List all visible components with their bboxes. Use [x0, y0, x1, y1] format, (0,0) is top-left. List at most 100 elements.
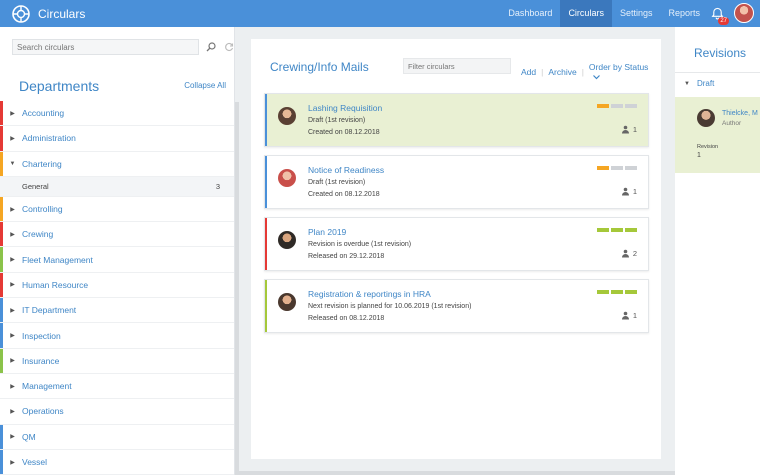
- department-color-bar: [0, 399, 3, 424]
- sidebar-item-fleet-management[interactable]: ▶ Fleet Management: [0, 247, 234, 273]
- progress-segment: [625, 228, 637, 232]
- people-icon: [621, 311, 629, 320]
- divider: [675, 72, 760, 73]
- sidebar-item-operations[interactable]: ▶ Operations: [0, 399, 234, 425]
- sidebar-item-label: Chartering: [22, 158, 62, 169]
- order-by-label: Order by Status: [588, 62, 649, 72]
- circular-card[interactable]: Registration & reportings in HRA Next rev…: [264, 279, 649, 333]
- collapse-all-link[interactable]: Collapse All: [184, 81, 226, 90]
- progress-segment: [611, 166, 623, 170]
- nav-settings[interactable]: Settings: [612, 0, 661, 27]
- department-color-bar: [0, 373, 3, 399]
- creator-avatar: [278, 293, 296, 311]
- circular-card[interactable]: Lashing Requisition Draft (1st revision) C…: [264, 93, 649, 147]
- progress-indicator: [595, 290, 637, 294]
- department-color-bar: [0, 126, 3, 151]
- sidebar-item-controlling[interactable]: ▶ Controlling: [0, 196, 234, 223]
- caret-right-icon: ▶: [10, 231, 15, 238]
- draft-group-toggle[interactable]: ▼ Draft: [684, 79, 714, 88]
- sidebar-item-it-department[interactable]: ▶ IT Department: [0, 298, 234, 324]
- caret-right-icon: ▶: [10, 282, 15, 289]
- caret-right-icon: ▶: [10, 383, 15, 390]
- revision-card[interactable]: Thielcke, M Author Revision 1: [675, 97, 760, 173]
- separator: |: [581, 67, 584, 77]
- panel-title: Crewing/Info Mails: [270, 60, 369, 74]
- nav-circulars[interactable]: Circulars: [560, 0, 612, 27]
- department-list: ▶ Accounting ▶ Administration ▼ Chartering Gen…: [0, 101, 234, 475]
- caret-down-icon: ▼: [684, 80, 690, 87]
- sidebar-item-crewing[interactable]: ▶ Crewing: [0, 222, 234, 248]
- sidebar-subitem-label: General: [22, 181, 49, 191]
- recipients-count-value: 1: [632, 125, 637, 134]
- circular-card[interactable]: Plan 2019 Revision is overdue (1st revisi…: [264, 217, 649, 271]
- sidebar-item-label: Vessel: [22, 457, 48, 467]
- sidebar-scrollbar[interactable]: [235, 102, 239, 475]
- circular-title[interactable]: Plan 2019: [308, 227, 346, 237]
- revisions-panel: Revisions ▼ Draft Thielcke, M Author Rev…: [675, 27, 760, 475]
- author-role: Author: [722, 120, 742, 127]
- circular-title[interactable]: Notice of Readiness: [308, 165, 384, 175]
- sidebar-item-accounting[interactable]: ▶ Accounting: [0, 101, 234, 127]
- sidebar-item-management[interactable]: ▶ Management: [0, 373, 234, 400]
- progress-segment: [597, 104, 609, 108]
- user-avatar[interactable]: [734, 3, 754, 23]
- sidebar-item-administration[interactable]: ▶ Administration: [0, 126, 234, 152]
- sidebar-item-human-resource[interactable]: ▶ Human Resource: [0, 272, 234, 299]
- archive-button[interactable]: Archive: [548, 67, 576, 77]
- department-color-bar: [0, 449, 3, 475]
- circular-title[interactable]: Registration & reportings in HRA: [308, 289, 431, 299]
- recipients-count: 1: [621, 125, 637, 134]
- app-title: Circulars: [38, 6, 86, 21]
- circular-status: Draft (1st revision): [308, 179, 366, 186]
- revision-label: Revision: [697, 144, 719, 150]
- department-color-bar: [0, 323, 3, 348]
- app-logo-icon[interactable]: [10, 3, 32, 25]
- progress-segment: [611, 290, 623, 294]
- progress-segment: [597, 166, 609, 170]
- progress-indicator: [595, 166, 637, 170]
- search-bar: [12, 39, 235, 55]
- caret-down-icon: ▼: [9, 160, 16, 167]
- nav-reports[interactable]: Reports: [660, 0, 708, 27]
- department-color-bar: [0, 247, 3, 272]
- sidebar-item-label: Crewing: [22, 229, 54, 240]
- caret-right-icon: ▶: [10, 408, 15, 415]
- draft-label: Draft: [696, 79, 715, 88]
- horizontal-scrollbar[interactable]: [235, 471, 675, 475]
- circular-date: Created on 08.12.2018: [308, 191, 380, 198]
- filter-circulars-input[interactable]: [403, 58, 511, 74]
- progress-indicator: [595, 104, 637, 108]
- creator-avatar: [278, 107, 296, 125]
- circular-card[interactable]: Notice of Readiness Draft (1st revision) C…: [264, 155, 649, 209]
- people-icon: [621, 187, 629, 196]
- circular-title[interactable]: Lashing Requisition: [308, 103, 382, 113]
- sidebar-item-label: Inspection: [22, 330, 61, 341]
- sidebar-item-vessel[interactable]: ▶ Vessel: [0, 449, 234, 475]
- revisions-title: Revisions: [694, 46, 747, 60]
- recipients-count-value: 1: [632, 311, 637, 320]
- chevron-down-icon: [592, 75, 600, 80]
- department-color-bar: [0, 272, 3, 298]
- notifications-bell-icon[interactable]: 27: [708, 4, 729, 25]
- circular-status: Draft (1st revision): [308, 117, 366, 124]
- caret-right-icon: ▶: [10, 135, 15, 142]
- sidebar-item-qm[interactable]: ▶ QM: [0, 424, 234, 450]
- add-button[interactable]: Add: [521, 67, 536, 77]
- sidebar-item-label: Operations: [22, 406, 64, 417]
- sidebar-item-chartering[interactable]: ▼ Chartering: [0, 151, 234, 177]
- sidebar-subitem-general[interactable]: General 3: [0, 176, 234, 197]
- sidebar-item-inspection[interactable]: ▶ Inspection: [0, 323, 234, 349]
- caret-right-icon: ▶: [10, 459, 15, 466]
- search-icon[interactable]: [205, 41, 217, 53]
- sidebar-item-label: Controlling: [22, 204, 63, 215]
- refresh-icon[interactable]: [223, 41, 235, 53]
- nav-dashboard[interactable]: Dashboard: [500, 0, 560, 27]
- search-input[interactable]: [12, 39, 199, 55]
- circular-status: Revision is overdue (1st revision): [308, 241, 412, 248]
- order-by-dropdown[interactable]: Order by Status: [589, 62, 661, 82]
- department-color-bar: [0, 348, 3, 373]
- separator: |: [541, 67, 544, 77]
- panel-actions: Add | Archive | Order by Status: [521, 62, 661, 82]
- sidebar-item-label: Administration: [22, 133, 76, 144]
- sidebar-item-insurance[interactable]: ▶ Insurance: [0, 348, 234, 374]
